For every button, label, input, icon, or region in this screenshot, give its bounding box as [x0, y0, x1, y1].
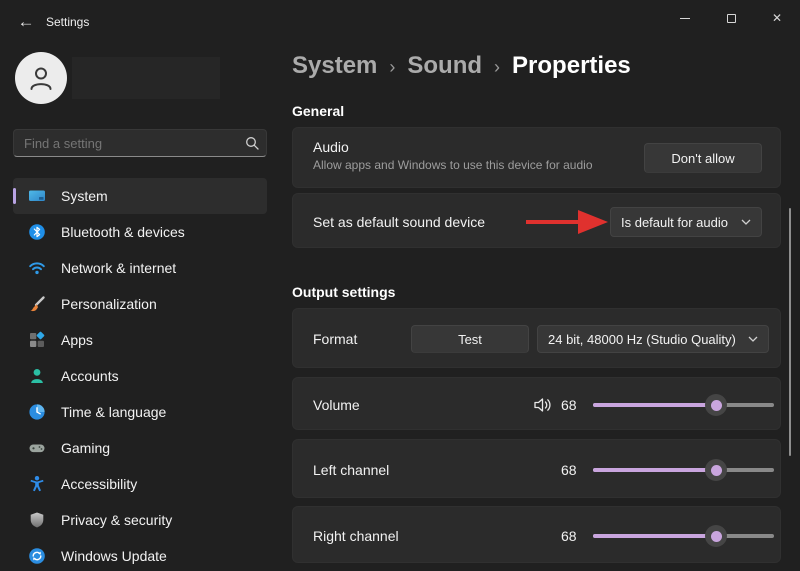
settings-window: ← Settings ✕ Find a setting System Bluet…	[0, 0, 800, 571]
avatar[interactable]	[15, 52, 67, 104]
sidebar-item-privacy-security[interactable]: Privacy & security	[13, 502, 267, 538]
sidebar-item-personalization[interactable]: Personalization	[13, 286, 267, 322]
sidebar-item-windows-update[interactable]: Windows Update	[13, 538, 267, 571]
sidebar-item-apps[interactable]: Apps	[13, 322, 267, 358]
sidebar-item-network-internet[interactable]: Network & internet	[13, 250, 267, 286]
sidebar-item-label: Personalization	[61, 296, 157, 312]
sidebar-item-label: Bluetooth & devices	[61, 224, 185, 240]
left-channel-label: Left channel	[313, 462, 390, 478]
format-label: Format	[313, 331, 358, 347]
breadcrumb: System › Sound › Properties	[292, 52, 631, 80]
left-channel-slider[interactable]	[593, 459, 774, 481]
breadcrumb-system[interactable]: System	[292, 52, 377, 80]
breadcrumb-properties: Properties	[512, 52, 631, 79]
default-device-label: Set as default sound device	[313, 214, 486, 230]
breadcrumb-separator: ›	[389, 57, 396, 77]
chevron-down-icon	[748, 336, 758, 342]
left-channel-card: Left channel 68	[292, 439, 781, 498]
default-device-dropdown[interactable]: Is default for audio	[610, 207, 762, 237]
sidebar: System Bluetooth & devices	[0, 44, 280, 571]
chevron-down-icon	[741, 219, 751, 225]
volume-value: 68	[561, 397, 577, 413]
bluetooth-icon	[13, 223, 61, 241]
app-title: Settings	[46, 15, 90, 29]
sidebar-item-label: Network & internet	[61, 260, 177, 276]
volume-card: Volume 68	[292, 377, 781, 430]
search-icon[interactable]	[238, 136, 266, 150]
format-card: Format Test 24 bit, 48000 Hz (Studio Qua…	[292, 308, 781, 368]
general-heading: General	[292, 103, 345, 119]
volume-slider-fill	[593, 403, 717, 407]
sidebar-item-time-language[interactable]: Time & language	[13, 394, 267, 430]
sidebar-item-bluetooth-devices[interactable]: Bluetooth & devices	[13, 214, 267, 250]
close-button[interactable]: ✕	[754, 0, 800, 36]
clock-icon	[13, 403, 61, 421]
search-box[interactable]	[13, 129, 267, 157]
titlebar: ← Settings ✕	[0, 0, 800, 44]
minimize-icon	[680, 17, 690, 19]
back-button[interactable]: ←	[12, 8, 40, 36]
sidebar-item-label: Accessibility	[61, 476, 138, 492]
search-input[interactable]	[14, 135, 238, 151]
left-channel-slider-fill	[593, 468, 717, 472]
test-button[interactable]: Test	[411, 325, 529, 353]
breadcrumb-sound[interactable]: Sound	[407, 52, 482, 80]
network-wifi-icon	[13, 259, 61, 277]
right-channel-slider-fill	[593, 534, 717, 538]
scrollbar[interactable]	[789, 208, 791, 456]
right-channel-value: 68	[561, 528, 577, 544]
right-channel-slider[interactable]	[593, 525, 774, 547]
output-settings-heading: Output settings	[292, 284, 396, 300]
system-icon	[13, 187, 61, 205]
volume-label: Volume	[313, 397, 360, 413]
sidebar-item-label: Gaming	[61, 440, 111, 456]
close-icon: ✕	[771, 11, 783, 25]
paintbrush-icon	[13, 295, 61, 313]
audio-card: Audio Allow apps and Windows to use this…	[292, 127, 781, 188]
apps-icon	[13, 331, 61, 349]
main-content: System › Sound › Properties General Audi…	[292, 44, 800, 571]
format-dropdown[interactable]: 24 bit, 48000 Hz (Studio Quality)	[537, 325, 769, 353]
volume-slider[interactable]	[593, 394, 774, 416]
back-arrow-icon: ←	[17, 12, 35, 31]
sidebar-item-label: Privacy & security	[61, 512, 173, 528]
default-device-dropdown-value: Is default for audio	[621, 214, 728, 230]
breadcrumb-separator: ›	[494, 57, 501, 77]
left-channel-value: 68	[561, 462, 577, 478]
sidebar-item-gaming[interactable]: Gaming	[13, 430, 267, 466]
maximize-button[interactable]	[708, 0, 754, 36]
speaker-icon	[533, 396, 553, 414]
left-channel-slider-thumb[interactable]	[705, 459, 728, 481]
shield-icon	[13, 511, 61, 529]
volume-slider-thumb[interactable]	[705, 394, 728, 416]
sidebar-item-accounts[interactable]: Accounts	[13, 358, 267, 394]
dont-allow-button[interactable]: Don't allow	[644, 143, 762, 173]
update-arrows-icon	[13, 547, 61, 565]
gamepad-icon	[13, 439, 61, 457]
right-channel-label: Right channel	[313, 528, 399, 544]
accounts-icon	[13, 367, 61, 385]
audio-card-description: Allow apps and Windows to use this devic…	[313, 158, 593, 172]
sidebar-item-system[interactable]: System	[13, 178, 267, 214]
accessibility-person-icon	[13, 475, 61, 493]
sidebar-item-label: Accounts	[61, 368, 119, 384]
maximize-icon	[726, 13, 736, 23]
sidebar-item-label: Apps	[61, 332, 93, 348]
sidebar-item-label: Windows Update	[61, 548, 167, 564]
sidebar-nav: System Bluetooth & devices Network & int…	[13, 178, 267, 571]
sidebar-item-label: Time & language	[61, 404, 167, 420]
right-channel-slider-thumb[interactable]	[705, 525, 728, 547]
sidebar-item-accessibility[interactable]: Accessibility	[13, 466, 267, 502]
minimize-button[interactable]	[662, 0, 708, 36]
format-dropdown-value: 24 bit, 48000 Hz (Studio Quality)	[548, 331, 736, 347]
person-icon	[30, 67, 52, 90]
right-channel-card: Right channel 68	[292, 506, 781, 563]
audio-card-title: Audio	[313, 139, 349, 155]
user-name-redacted	[72, 57, 220, 99]
sidebar-item-label: System	[61, 188, 108, 204]
default-device-card: Set as default sound device Is default f…	[292, 193, 781, 248]
